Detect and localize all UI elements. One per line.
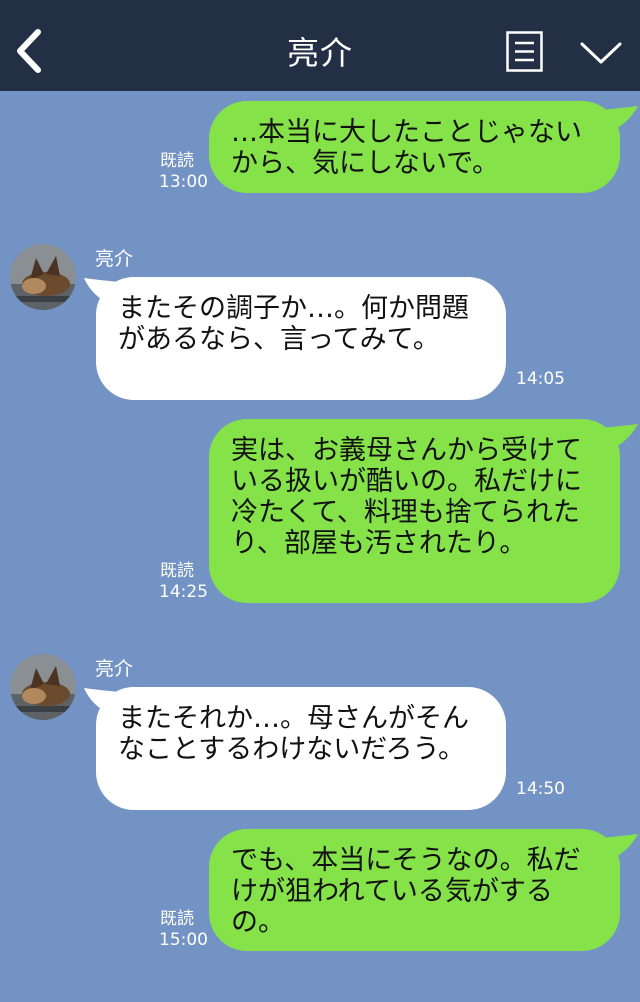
message-bubble: またその調子か…。何か問題があるなら、言ってみて。: [96, 277, 506, 400]
read-receipt: 既読: [160, 561, 194, 581]
read-receipt: 既読: [160, 151, 194, 171]
chevron-down-icon[interactable]: [579, 40, 623, 66]
message-time: 14:25: [159, 582, 208, 602]
message-bubble: でも、本当にそうなの。私だけが狙われている気がするの。: [209, 829, 620, 951]
read-receipt: 既読: [160, 909, 194, 929]
message-bubble: …本当に大したことじゃないから、気にしないで。: [209, 101, 620, 193]
notes-menu-icon[interactable]: [506, 31, 543, 72]
sender-name: 亮介: [95, 248, 134, 270]
chat-title: 亮介: [286, 34, 353, 72]
sender-name: 亮介: [95, 658, 134, 680]
message-time: 15:00: [159, 930, 208, 950]
avatar[interactable]: [10, 244, 76, 310]
message-time: 13:00: [159, 172, 208, 192]
message-bubble: またそれか…。母さんがそんなことするわけないだろう。: [96, 687, 506, 810]
avatar[interactable]: [10, 654, 76, 720]
message-time: 14:50: [516, 779, 565, 799]
message-time: 14:05: [516, 369, 565, 389]
chat-header: 亮介: [0, 0, 640, 91]
message-bubble: 実は、お義母さんから受けている扱いが酷いの。私だけに冷たくて、料理も捨てられたり…: [209, 419, 620, 603]
